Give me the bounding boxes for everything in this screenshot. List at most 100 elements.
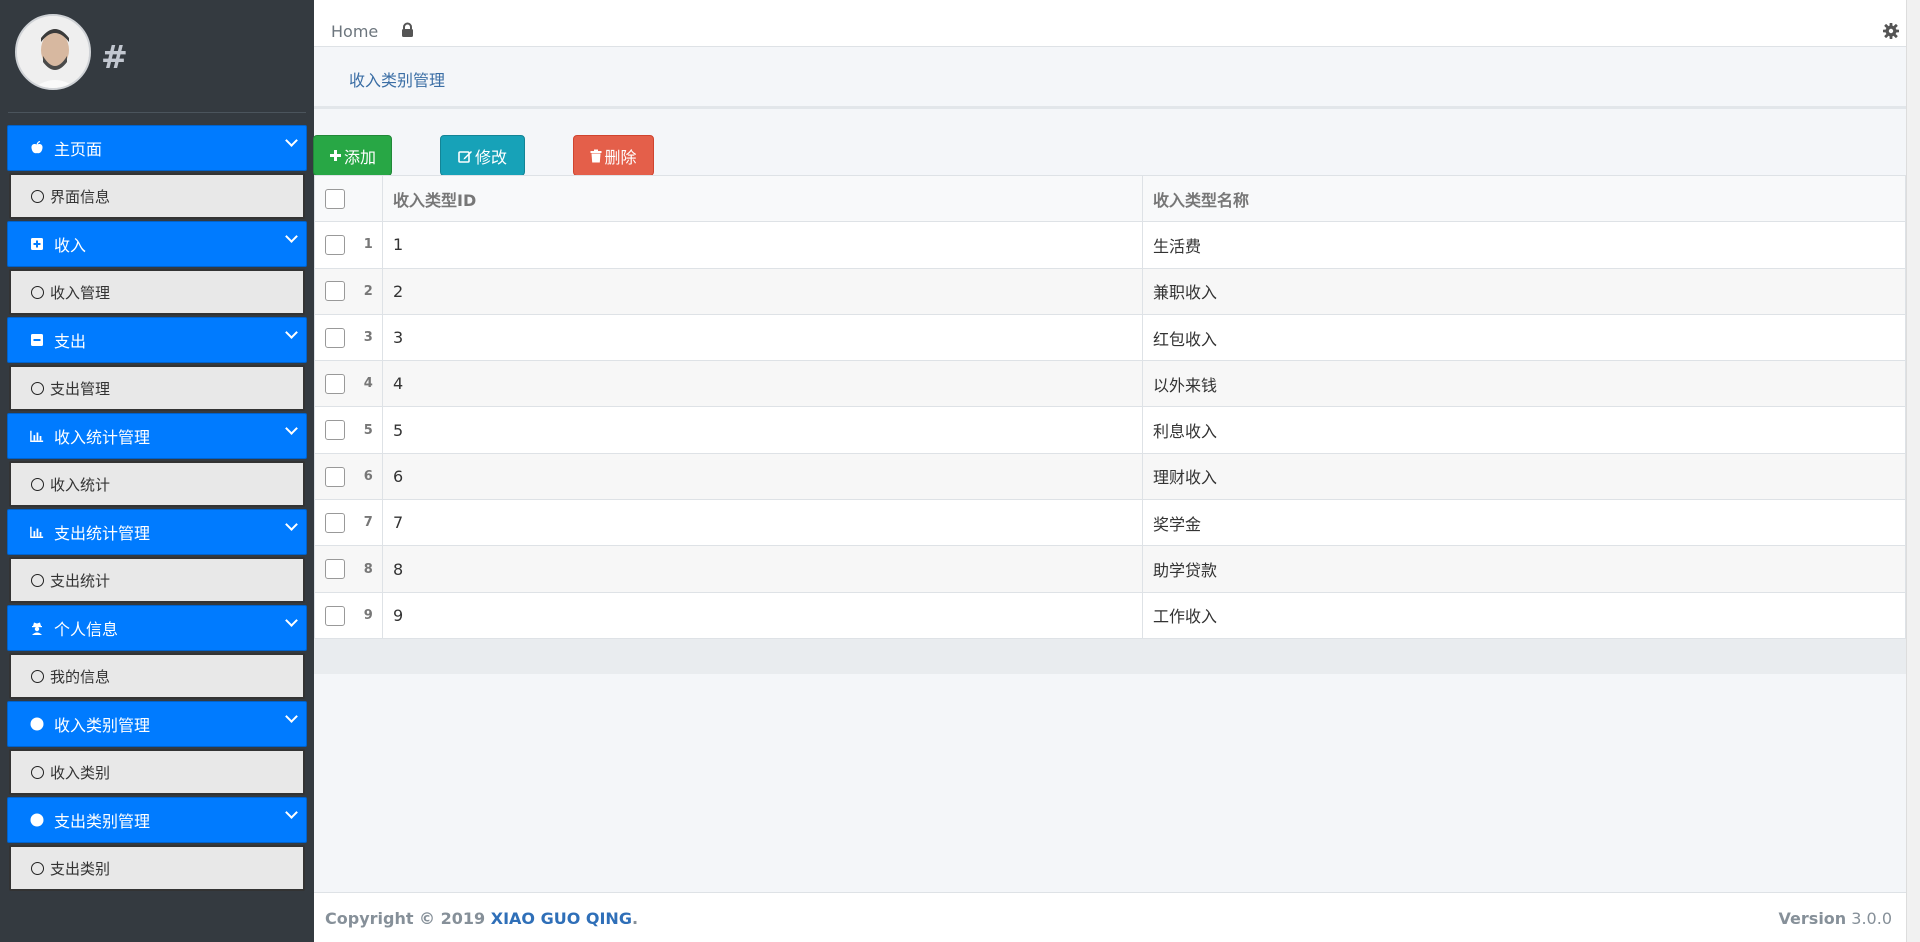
column-header-id[interactable]: 收入类型ID [382, 174, 1143, 223]
cell-name: 兼职收入 [1142, 267, 1906, 315]
lock-icon[interactable] [400, 22, 415, 38]
menu-item-label: 收入统计 [50, 475, 111, 494]
brand-title[interactable]: # [101, 38, 128, 76]
menu-head-expense-stats[interactable]: 支出统计管理 [7, 509, 307, 555]
row-checkbox-cell [314, 499, 355, 547]
menu-head-income-stats[interactable]: 收入统计管理 [7, 413, 307, 459]
table-row[interactable]: 7 7 奖学金 [314, 499, 1906, 547]
table-row[interactable]: 8 8 助学贷款 [314, 545, 1906, 593]
edit-button-label: 修改 [474, 149, 507, 167]
row-number: 9 [354, 591, 383, 639]
cell-id: 3 [382, 313, 1143, 362]
bar-chart-icon [30, 525, 44, 539]
menu-head-label: 收入 [54, 236, 87, 255]
row-checkbox[interactable] [325, 420, 345, 441]
table-row[interactable]: 1 1 生活费 [314, 221, 1906, 269]
cell-name: 理财收入 [1142, 452, 1906, 501]
version-info: Version 3.0.0 [1779, 909, 1892, 928]
row-number: 5 [354, 406, 383, 454]
row-checkbox[interactable] [325, 466, 345, 487]
row-number: 8 [354, 545, 383, 593]
chevron-down-icon [285, 326, 298, 339]
cell-name: 生活费 [1142, 221, 1906, 269]
cell-id: 2 [382, 267, 1143, 315]
menu-head-label: 支出 [54, 332, 87, 351]
row-checkbox[interactable] [325, 605, 345, 626]
menu-group-profile: 个人信息 我的信息 [7, 605, 307, 699]
menu-item-income-manage[interactable]: 收入管理 [9, 269, 305, 315]
row-number: 1 [354, 221, 383, 269]
row-number: 3 [354, 313, 383, 362]
top-navbar: Home [314, 0, 1906, 47]
chevron-down-icon [285, 422, 298, 435]
plus-square-icon [30, 237, 44, 251]
row-number: 4 [354, 360, 383, 408]
menu-head-home[interactable]: 主页面 [7, 125, 307, 171]
copyright-suffix: . [631, 909, 639, 928]
cell-id: 9 [382, 591, 1143, 639]
row-checkbox[interactable] [325, 374, 345, 395]
row-checkbox[interactable] [325, 559, 345, 580]
table-row[interactable]: 9 9 工作收入 [314, 591, 1906, 639]
cell-name: 工作收入 [1142, 591, 1906, 639]
owner-link[interactable]: XIAO GUO QING [491, 909, 632, 928]
table-row[interactable]: 6 6 理财收入 [314, 452, 1906, 501]
table-row[interactable]: 2 2 兼职收入 [314, 267, 1906, 315]
select-all-checkbox[interactable] [325, 188, 345, 209]
table-row[interactable]: 3 3 红包收入 [314, 313, 1906, 362]
menu-head-profile[interactable]: 个人信息 [7, 605, 307, 651]
breadcrumb[interactable]: 收入类别管理 [349, 67, 445, 91]
menu-item-my-info[interactable]: 我的信息 [9, 653, 305, 699]
table-header-row: 收入类型ID 收入类型名称 [314, 174, 1906, 223]
avatar[interactable] [15, 14, 91, 90]
menu-item-expense-manage[interactable]: 支出管理 [9, 365, 305, 411]
menu-item-income-stats[interactable]: 收入统计 [9, 461, 305, 507]
row-checkbox-cell [314, 452, 355, 501]
home-link[interactable]: Home [331, 22, 378, 41]
edit-button[interactable]: 修改 [440, 135, 525, 176]
circle-icon [30, 813, 44, 827]
menu-head-label: 收入类别管理 [54, 716, 151, 735]
row-checkbox[interactable] [325, 235, 345, 256]
circle-icon [31, 189, 44, 203]
menu-item-home-info[interactable]: 界面信息 [9, 173, 305, 219]
breadcrumb-bar: 收入类别管理 [314, 47, 1906, 109]
menu-item-expense-category[interactable]: 支出类别 [9, 845, 305, 891]
menu-head-expense-category[interactable]: 支出类别管理 [7, 797, 307, 843]
table-footer-bar [314, 638, 1906, 674]
cell-id: 6 [382, 452, 1143, 501]
row-checkbox[interactable] [325, 281, 345, 302]
chevron-down-icon [285, 134, 298, 147]
version-number: 3.0.0 [1851, 909, 1892, 928]
circle-icon [31, 573, 44, 587]
menu-item-expense-stats[interactable]: 支出统计 [9, 557, 305, 603]
circle-icon [31, 765, 44, 779]
menu-head-income[interactable]: 收入 [7, 221, 307, 267]
delete-button-label: 删除 [604, 149, 637, 167]
copyright-text: Copyright © 2019 XIAO GUO QING. [325, 909, 638, 928]
row-checkbox[interactable] [325, 327, 345, 348]
cell-id: 5 [382, 406, 1143, 454]
circle-icon [30, 717, 44, 731]
gear-icon[interactable] [1882, 22, 1900, 40]
table-row[interactable]: 5 5 利息收入 [314, 406, 1906, 454]
menu-head-expense[interactable]: 支出 [7, 317, 307, 363]
menu-group-income: 收入 收入管理 [7, 221, 307, 315]
chevron-down-icon [285, 710, 298, 723]
page-footer: Copyright © 2019 XIAO GUO QING. Version … [314, 892, 1906, 942]
cell-id: 4 [382, 360, 1143, 408]
edit-icon [458, 150, 472, 163]
menu-head-label: 收入统计管理 [54, 428, 151, 447]
delete-button[interactable]: 删除 [573, 135, 654, 176]
column-header-name[interactable]: 收入类型名称 [1142, 174, 1906, 223]
menu-item-income-category[interactable]: 收入类别 [9, 749, 305, 795]
row-checkbox-cell [314, 545, 355, 593]
table-row[interactable]: 4 4 以外来钱 [314, 360, 1906, 408]
menu-item-label: 界面信息 [50, 187, 111, 206]
row-checkbox-cell [314, 267, 355, 315]
row-checkbox[interactable] [325, 512, 345, 533]
vertical-scrollbar[interactable] [1906, 0, 1920, 942]
add-button[interactable]: 添加 [313, 135, 392, 176]
menu-group-expense-stats: 支出统计管理 支出统计 [7, 509, 307, 603]
menu-head-income-category[interactable]: 收入类别管理 [7, 701, 307, 747]
